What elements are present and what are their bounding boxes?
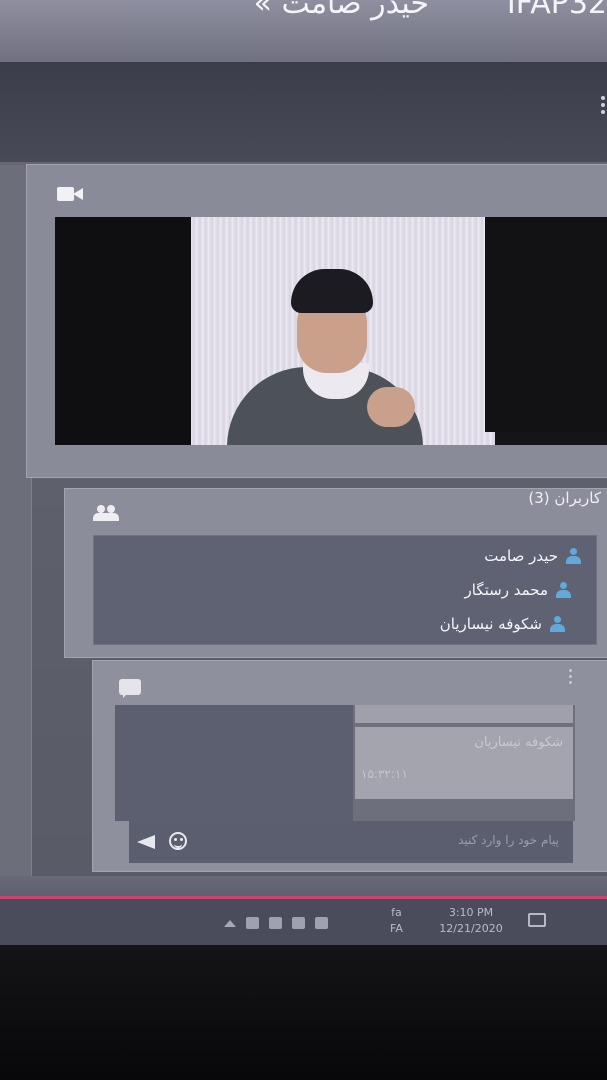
chat-menu-icon[interactable] bbox=[569, 669, 573, 687]
users-panel: کاربران (3) حیدر صامت محمد رستگار شکوفه … bbox=[64, 488, 607, 658]
chat-input-bar: پیام خود را وارد کنید bbox=[129, 821, 573, 863]
user-icon bbox=[566, 548, 581, 564]
page-bottom-band bbox=[0, 876, 607, 898]
notification-icon[interactable] bbox=[528, 913, 546, 927]
person-icon[interactable] bbox=[246, 917, 259, 929]
clock[interactable]: 3:10 PM 12/21/2020 bbox=[428, 905, 514, 937]
chevron-up-icon[interactable] bbox=[224, 919, 236, 927]
user-name: شکوفه نیساریان bbox=[439, 615, 542, 633]
chat-message: شکوفه نیساریان ۱۵:۳۲:۱۱ bbox=[355, 727, 573, 799]
chat-panel: شکوفه نیساریان ۱۵:۳۲:۱۱ پیام خود را وارد… bbox=[92, 660, 607, 872]
user-icon bbox=[556, 582, 571, 598]
presenter-hand bbox=[367, 387, 415, 427]
users-icon bbox=[93, 505, 119, 521]
system-tray bbox=[224, 917, 328, 929]
emoji-icon[interactable] bbox=[169, 832, 187, 850]
list-item[interactable]: محمد رستگار bbox=[464, 578, 571, 602]
presenter-hair bbox=[291, 269, 373, 313]
title-bar: حیدر صامت » IFAP32 bbox=[0, 0, 607, 62]
language-indicator[interactable]: fa FA bbox=[390, 905, 403, 937]
chat-messages: شکوفه نیساریان ۱۵:۳۲:۱۱ bbox=[115, 705, 575, 821]
monitor-bezel bbox=[0, 945, 607, 1080]
users-list: حیدر صامت محمد رستگار شکوفه نیساریان bbox=[93, 535, 597, 645]
users-title: کاربران (3) bbox=[528, 489, 601, 507]
video-letterbox-left bbox=[55, 217, 193, 445]
chat-timestamp: ۱۵:۳۲:۱۱ bbox=[361, 767, 408, 781]
user-icon bbox=[550, 616, 565, 632]
list-item[interactable]: شکوفه نیساریان bbox=[439, 612, 565, 636]
chat-message-header bbox=[355, 705, 573, 723]
volume-icon[interactable] bbox=[315, 917, 328, 929]
battery-icon[interactable] bbox=[269, 917, 282, 929]
video-letterbox-right bbox=[485, 217, 607, 432]
header-band bbox=[0, 62, 607, 162]
video-frame[interactable] bbox=[55, 217, 607, 445]
taskbar: fa FA 3:10 PM 12/21/2020 bbox=[0, 899, 607, 945]
page-title: حیدر صامت » bbox=[253, 0, 429, 21]
chat-message-input[interactable]: پیام خود را وارد کنید bbox=[458, 833, 559, 847]
clock-time: 3:10 PM bbox=[448, 906, 494, 919]
clock-date: 12/21/2020 bbox=[439, 922, 503, 935]
language-code-top: fa bbox=[391, 906, 402, 919]
page-title-suffix: IFAP32 bbox=[506, 0, 607, 21]
more-menu-icon[interactable] bbox=[601, 96, 605, 114]
language-code: FA bbox=[390, 922, 403, 935]
send-icon[interactable] bbox=[137, 835, 155, 849]
list-item[interactable]: حیدر صامت bbox=[484, 544, 581, 568]
chat-empty-area bbox=[115, 705, 353, 821]
webcam-feed bbox=[191, 217, 495, 445]
video-camera-icon bbox=[57, 185, 83, 203]
wifi-icon[interactable] bbox=[292, 917, 305, 929]
chat-icon bbox=[119, 679, 141, 698]
video-panel bbox=[26, 164, 607, 478]
user-name: حیدر صامت bbox=[484, 547, 558, 565]
user-name: محمد رستگار bbox=[464, 581, 548, 599]
chat-sender: شکوفه نیساریان bbox=[474, 735, 563, 750]
chat-message-column: شکوفه نیساریان ۱۵:۳۲:۱۱ bbox=[353, 705, 575, 821]
screen: حیدر صامت » IFAP32 کاربران (3) حیدر صامت… bbox=[0, 0, 607, 945]
